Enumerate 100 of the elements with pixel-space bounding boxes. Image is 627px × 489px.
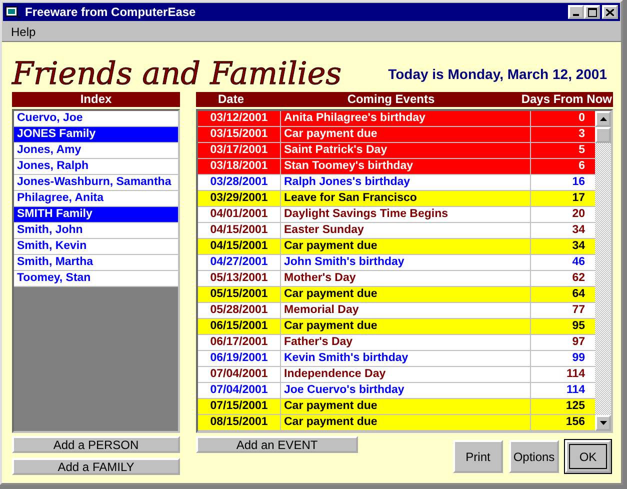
column-header: Date	[216, 92, 245, 107]
app-title: Friends and Families	[12, 59, 342, 92]
index-item[interactable]: Philagree, Anita	[14, 191, 178, 207]
days-cell-text: 156	[564, 415, 586, 430]
event-cell: Car payment due	[281, 239, 531, 254]
event-row[interactable]: 05/15/2001 Car payment due 64	[198, 287, 595, 303]
event-row[interactable]: 07/04/2001 Independence Day 114	[198, 367, 595, 383]
dialog-button[interactable]: Print	[453, 440, 503, 473]
date-cell: 06/17/2001	[198, 335, 281, 350]
event-cell: Car payment due	[281, 415, 531, 430]
event-cell: Mother's Day	[281, 271, 531, 286]
date-cell: 04/15/2001	[198, 223, 281, 238]
days-cell-text: 34	[571, 239, 586, 254]
event-row[interactable]: 03/28/2001 Ralph Jones's birthday 16	[198, 175, 595, 191]
dialog-button[interactable]: OK	[565, 440, 611, 473]
index-item[interactable]: Smith, Martha	[14, 255, 178, 271]
days-cell-text: 77	[571, 303, 586, 318]
close-button[interactable]	[602, 5, 618, 19]
event-cell: Saint Patrick's Day	[281, 143, 531, 158]
date-cell: 03/18/2001	[198, 159, 281, 174]
event-cell: Anita Philagree's birthday	[281, 111, 531, 126]
date-cell: 07/15/2001	[198, 399, 281, 414]
window-icon	[5, 5, 21, 19]
today-date: Today is Monday, March 12, 2001	[388, 66, 608, 84]
dialog-button[interactable]: Options	[509, 440, 559, 473]
index-item[interactable]: Jones-Washburn, Samantha	[14, 175, 178, 191]
event-cell: Ralph Jones's birthday	[281, 175, 531, 190]
event-row[interactable]: 05/13/2001 Mother's Day 62	[198, 271, 595, 287]
days-cell-text: 5	[578, 143, 586, 158]
event-cell: Memorial Day	[281, 303, 531, 318]
scroll-thumb[interactable]	[595, 127, 611, 143]
event-cell: Daylight Savings Time Begins	[281, 207, 531, 222]
event-row[interactable]: 04/27/2001 John Smith's birthday 46	[198, 255, 595, 271]
close-icon	[606, 8, 614, 16]
date-cell: 03/12/2001	[198, 111, 281, 126]
event-row[interactable]: 05/28/2001 Memorial Day 77	[198, 303, 595, 319]
index-item[interactable]: SMITH Family	[14, 207, 178, 223]
event-row[interactable]: 03/18/2001 Stan Toomey's birthday 6	[198, 159, 595, 175]
window-title: Freeware from ComputerEase	[25, 5, 197, 19]
event-cell: Leave for San Francisco	[281, 191, 531, 206]
index-item[interactable]: Cuervo, Joe	[14, 111, 178, 127]
index-item[interactable]: Jones, Ralph	[14, 159, 178, 175]
event-cell: Car payment due	[281, 287, 531, 302]
event-row[interactable]: 03/12/2001 Anita Philagree's birthday 0	[198, 111, 595, 127]
index-header: Index	[12, 92, 180, 107]
days-cell-text: 0	[578, 111, 586, 126]
column-header: Coming Events	[346, 92, 436, 107]
event-row[interactable]: 03/29/2001 Leave for San Francisco 17	[198, 191, 595, 207]
date-cell: 05/15/2001	[198, 287, 281, 302]
menu-item[interactable]: Help	[8, 24, 39, 38]
index-item[interactable]: Smith, John	[14, 223, 178, 239]
scroll-up-button[interactable]	[595, 111, 611, 127]
event-cell: Father's Day	[281, 335, 531, 350]
up-arrow-icon	[600, 117, 606, 121]
event-cell: Car payment due	[281, 127, 531, 142]
date-cell: 03/17/2001	[198, 143, 281, 158]
event-row[interactable]: 03/15/2001 Car payment due 3	[198, 127, 595, 143]
add-button[interactable]: Add a FAMILY	[12, 458, 180, 475]
event-row[interactable]: 04/15/2001 Car payment due 34	[198, 239, 595, 255]
event-row[interactable]: 06/17/2001 Father's Day 97	[198, 335, 595, 351]
date-cell: 03/15/2001	[198, 127, 281, 142]
index-item[interactable]: Jones, Amy	[14, 143, 178, 159]
event-cell: Easter Sunday	[281, 223, 531, 238]
days-cell-text: 114	[565, 367, 586, 382]
maximize-button[interactable]	[584, 5, 600, 19]
index-item[interactable]: JONES Family	[14, 127, 178, 143]
maximize-icon	[588, 8, 596, 16]
index-item[interactable]: Smith, Kevin	[14, 239, 178, 255]
scroll-bar[interactable]	[595, 111, 611, 431]
date-cell: 07/04/2001	[198, 367, 281, 382]
days-cell-text: 95	[571, 319, 586, 334]
date-cell: 08/15/2001	[198, 415, 281, 430]
event-cell: Car payment due	[281, 399, 531, 414]
event-row[interactable]: 06/19/2001 Kevin Smith's birthday 99	[198, 351, 595, 367]
days-cell-text: 20	[571, 207, 586, 222]
event-cell: Joe Cuervo's birthday	[281, 383, 531, 398]
date-cell: 04/15/2001	[198, 239, 281, 254]
days-cell-text: 99	[571, 351, 586, 366]
date-cell: 06/15/2001	[198, 319, 281, 334]
column-header: Days From Now	[520, 92, 613, 107]
add-button[interactable]: Add a PERSON	[12, 436, 180, 453]
event-row[interactable]: 04/15/2001 Easter Sunday 34	[198, 223, 595, 239]
event-row[interactable]: 07/15/2001 Car payment due 125	[198, 399, 595, 415]
event-cell: Car payment due	[281, 319, 531, 334]
days-cell-text: 62	[571, 271, 586, 286]
date-cell: 03/28/2001	[198, 175, 281, 190]
index-item[interactable]: Toomey, Stan	[14, 271, 178, 287]
add-event-button[interactable]: Add an EVENT	[196, 436, 358, 453]
days-cell-text: 46	[571, 255, 586, 270]
scroll-down-button[interactable]	[595, 415, 611, 431]
date-cell: 05/28/2001	[198, 303, 281, 318]
event-cell: Stan Toomey's birthday	[281, 159, 531, 174]
event-row[interactable]: 07/04/2001 Joe Cuervo's birthday 114	[198, 383, 595, 399]
event-row[interactable]: 08/15/2001 Car payment due 156	[198, 415, 595, 431]
date-cell: 07/04/2001	[198, 383, 281, 398]
event-row[interactable]: 03/17/2001 Saint Patrick's Day 5	[198, 143, 595, 159]
event-row[interactable]: 04/01/2001 Daylight Savings Time Begins 20	[198, 207, 595, 223]
minimize-button[interactable]	[568, 5, 584, 19]
event-row[interactable]: 06/15/2001 Car payment due 95	[198, 319, 595, 335]
days-cell-text: 34	[571, 223, 586, 238]
